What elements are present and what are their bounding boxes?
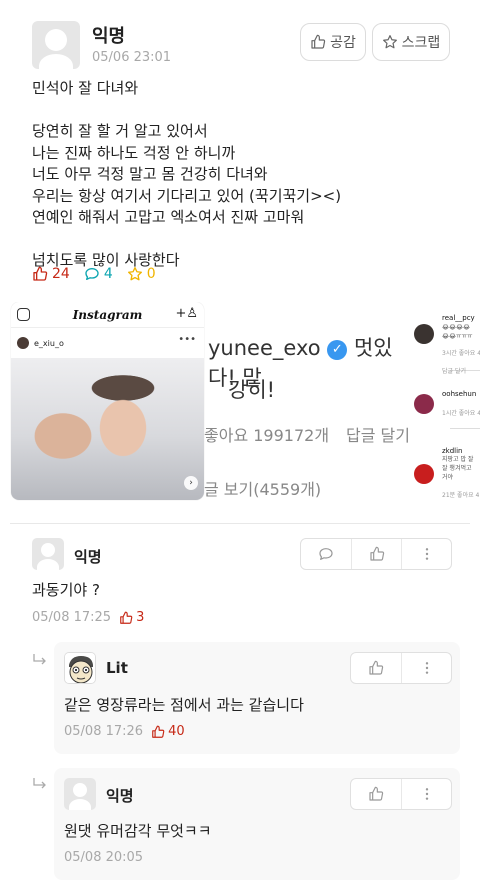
thumbs-up-icon	[369, 786, 384, 801]
comment-avatar	[32, 538, 64, 570]
instagram-post-card: Instagram +♙ e_xiu_o ••• ›	[11, 302, 204, 500]
thumbs-up-icon	[152, 725, 165, 738]
thumbs-up-icon	[33, 266, 48, 281]
more-vertical-icon	[425, 662, 428, 674]
post-image[interactable]: yunee_exo ✓ 멋있다! 맏 강히! 좋아요 199172개 답글 달기…	[0, 302, 480, 510]
thumbs-up-icon	[369, 660, 384, 675]
lit-avatar	[64, 652, 96, 684]
reply-arrow-icon	[33, 654, 46, 665]
comment-count: 4	[84, 266, 113, 282]
avatar	[414, 324, 434, 344]
star-icon	[382, 35, 397, 49]
reply-avatar	[64, 778, 96, 810]
reply-arrow-icon	[33, 778, 46, 789]
avatar	[414, 394, 434, 414]
reply-author: Lit	[106, 659, 128, 677]
post-author: 익명	[92, 26, 126, 47]
reply-card: 익명 원댓 유머감각 무엇ㅋㅋ 05/08 20:05	[54, 768, 460, 880]
scrap-count: 0	[127, 266, 156, 282]
comment-like-button[interactable]	[351, 539, 401, 569]
cartoon-face-icon	[65, 653, 95, 683]
post-author-avatar	[32, 21, 80, 69]
reply-author: 익명	[106, 787, 134, 805]
comment-time: 05/08 17:25	[32, 610, 112, 625]
reply-like-button[interactable]	[351, 779, 401, 809]
post-time: 05/06 23:01	[92, 50, 172, 65]
chevron-right-icon: ›	[184, 476, 198, 490]
reply-actions	[350, 652, 452, 684]
caption-view-replies: 글 보기(4559개)	[204, 480, 322, 499]
camera-icon	[17, 308, 30, 321]
instagram-title: Instagram	[72, 307, 143, 322]
like-count: 24	[32, 266, 70, 282]
reply-like-button[interactable]	[351, 653, 401, 683]
divider	[10, 523, 470, 524]
selfie-photo: ›	[11, 358, 204, 500]
reply-card: Lit 같은 영장류라는 점에서 과는 같습니다 05/08 17:26 40	[54, 642, 460, 754]
more-icon: •••	[178, 334, 196, 345]
thumbs-up-icon	[369, 546, 384, 561]
like-button[interactable]: 공감	[300, 23, 366, 61]
reply-meta: 05/08 17:26 40	[64, 724, 185, 739]
caption-reply: 답글 달기	[346, 426, 410, 445]
side-comment-meta: 3시간 좋아요 4	[442, 350, 480, 357]
reply-button[interactable]	[301, 539, 351, 569]
scrap-button[interactable]: 스크랩	[372, 23, 450, 61]
post-stats: 24 4 0	[32, 266, 156, 282]
reply-text: 원댓 유머감각 무엇ㅋㅋ	[64, 822, 212, 840]
star-icon	[127, 267, 142, 281]
thumbs-up-icon	[120, 611, 133, 624]
instagram-comments-crop: real__pcy 😂😂😂😂 😂😂ㅠㅠㅠ 3시간 좋아요 4 답글 달기 ooh…	[410, 302, 480, 510]
side-comment-meta: 1시간 좋아요 4	[442, 410, 480, 417]
speech-bubble-icon	[319, 548, 333, 560]
more-vertical-icon	[425, 548, 428, 560]
speech-bubble-icon	[85, 268, 99, 280]
post-body: 민석아 잘 다녀와 당연히 잘 할 거 알고 있어서 나는 진짜 하나도 걱정 …	[32, 79, 342, 269]
avatar	[414, 464, 434, 484]
avatar	[17, 337, 29, 349]
caption-line2: 강히!	[228, 378, 276, 402]
more-vertical-icon	[425, 788, 428, 800]
thumbs-up-icon	[311, 34, 326, 49]
caption-handle: yunee_exo	[208, 336, 321, 360]
reply-actions	[350, 778, 452, 810]
reply-time: 05/08 20:05	[64, 850, 144, 865]
reply-more-button[interactable]	[401, 779, 451, 809]
side-comment-name: oohsehun	[442, 390, 477, 398]
comment-text: 과동기야 ?	[32, 581, 100, 599]
reply-meta: 05/08 20:05	[64, 850, 143, 865]
instagram-caption-crop: yunee_exo ✓ 멋있다! 맏 강히! 좋아요 199172개 답글 달기…	[198, 322, 410, 502]
reply-like-count: 40	[151, 724, 185, 739]
more-options-button[interactable]	[401, 539, 451, 569]
comment-actions	[300, 538, 452, 570]
side-comment-name: zkdlin	[442, 447, 463, 455]
side-comment-text: 😂😂😂😂 😂😂ㅠㅠㅠ	[442, 324, 473, 340]
comment-like-count: 3	[119, 610, 144, 625]
caption-likes: 좋아요 199172개	[204, 426, 330, 445]
side-comment-text: 지팡고 밥 잘 잘 챙겨먹고 거야	[442, 456, 474, 481]
comment-meta: 05/08 17:25 3	[32, 610, 144, 625]
scrap-button-label: 스크랩	[401, 35, 441, 51]
side-reply-label: 답글 달기	[442, 368, 466, 375]
like-button-label: 공감	[330, 35, 356, 51]
reply-time: 05/08 17:26	[64, 724, 144, 739]
add-user-icon: +♙	[175, 306, 198, 321]
instagram-username: e_xiu_o	[34, 338, 64, 348]
reply-text: 같은 영장류라는 점에서 과는 같습니다	[64, 696, 304, 714]
reply-more-button[interactable]	[401, 653, 451, 683]
instagram-user-row: e_xiu_o •••	[11, 332, 204, 354]
side-comment-meta: 21분 좋아요 4	[442, 492, 480, 499]
comment-author: 익명	[74, 548, 102, 566]
verified-badge-icon: ✓	[327, 340, 348, 360]
side-comment-name: real__pcy	[442, 314, 475, 322]
instagram-header: Instagram +♙	[11, 302, 204, 328]
